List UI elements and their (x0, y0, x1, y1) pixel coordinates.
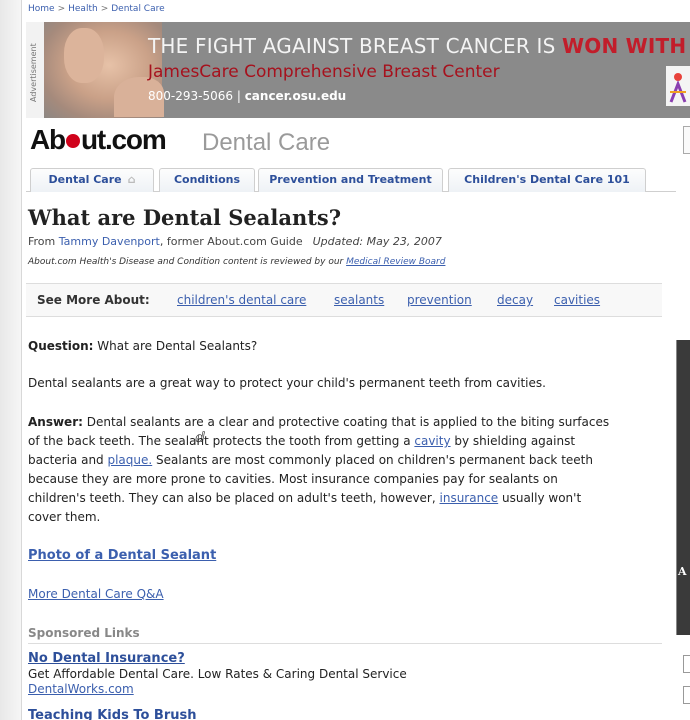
ad-headline: THE FIGHT AGAINST BREAST CANCER IS WON W… (148, 34, 687, 58)
photo-dental-sealant-link[interactable]: Photo of a Dental Sealant (28, 548, 216, 563)
review-notice: About.com Health's Disease and Condition… (28, 257, 446, 267)
sponsored-ad-title[interactable]: Teaching Kids To Brush (28, 708, 197, 720)
about-com-logo[interactable]: Ab ut.com (30, 124, 167, 156)
tab-dental-care[interactable]: Dental Care ⌂ (30, 168, 154, 192)
divider (28, 643, 662, 644)
ad-logo-icon (666, 66, 690, 106)
tab-prevention-treatment[interactable]: Prevention and Treatment (258, 168, 443, 192)
sponsored-ad-description: Get Affordable Dental Care. Low Rates & … (28, 667, 407, 681)
see-more-childrens-dental-care[interactable]: children's dental care (177, 293, 306, 307)
cavity-link[interactable]: cavity (414, 434, 450, 448)
logo-dot-icon (65, 134, 80, 148)
right-edge-box[interactable] (683, 686, 690, 704)
see-more-bar: See More About: children's dental care s… (26, 283, 662, 317)
breadcrumb-home[interactable]: Home (28, 4, 55, 14)
sponsored-ad-url[interactable]: DentalWorks.com (28, 682, 134, 696)
ad-headline-emphasis: WON WITH (562, 34, 687, 58)
breadcrumb-dental-care[interactable]: Dental Care (111, 4, 164, 14)
sponsored-ad-title[interactable]: No Dental Insurance? (28, 651, 185, 666)
ad-contact: 800-293-5066 | cancer.osu.edu (148, 89, 347, 103)
author-link[interactable]: Tammy Davenport (59, 235, 160, 248)
tab-conditions[interactable]: Conditions (159, 168, 255, 192)
see-more-cavities[interactable]: cavities (554, 293, 600, 307)
see-more-sealants[interactable]: sealants (334, 293, 384, 307)
home-icon: ⌂ (127, 173, 136, 186)
sponsored-links-heading: Sponsored Links (28, 626, 140, 640)
answer-paragraph: Answer: Dental sealants are a clear and … (28, 415, 610, 524)
article-title: What are Dental Sealants? (28, 205, 342, 230)
breadcrumb: Home > Health > Dental Care (28, 4, 165, 14)
text-cursor-icon: ⅆ (195, 430, 205, 446)
breadcrumb-health[interactable]: Health (68, 4, 98, 14)
see-more-label: See More About: (37, 293, 150, 307)
right-edge-box[interactable] (683, 655, 690, 673)
ad-subheading: JamesCare Comprehensive Breast Center (148, 62, 500, 82)
ad-label: Advertisement (29, 43, 38, 102)
byline: From Tammy Davenport, former About.com G… (28, 235, 442, 248)
insurance-link[interactable]: insurance (440, 491, 499, 505)
browser-left-gutter (0, 0, 22, 720)
question-paragraph: Question: What are Dental Sealants? (28, 339, 258, 353)
advertisement-banner[interactable]: Advertisement THE FIGHT AGAINST BREAST C… (26, 22, 690, 118)
ad-side-strip: Advertisement (26, 22, 44, 118)
nav-tabs: Dental Care ⌂ Conditions Prevention and T… (26, 166, 676, 192)
plaque-link[interactable]: plaque. (107, 453, 152, 467)
see-more-decay[interactable]: decay (497, 293, 533, 307)
updated-date: Updated: May 23, 2007 (312, 235, 442, 248)
see-more-prevention[interactable]: prevention (407, 293, 472, 307)
ad-photo (44, 22, 164, 118)
right-side-panel (676, 340, 690, 635)
section-title: Dental Care (202, 129, 331, 156)
tab-childrens-dental-care[interactable]: Children's Dental Care 101 (448, 168, 646, 192)
medical-review-board-link[interactable]: Medical Review Board (346, 257, 445, 267)
right-edge-widget[interactable] (683, 126, 690, 154)
intro-paragraph: Dental sealants are a great way to prote… (28, 376, 546, 390)
more-dental-care-qa-link[interactable]: More Dental Care Q&A (28, 587, 164, 601)
right-panel-glyph: A (678, 565, 687, 578)
